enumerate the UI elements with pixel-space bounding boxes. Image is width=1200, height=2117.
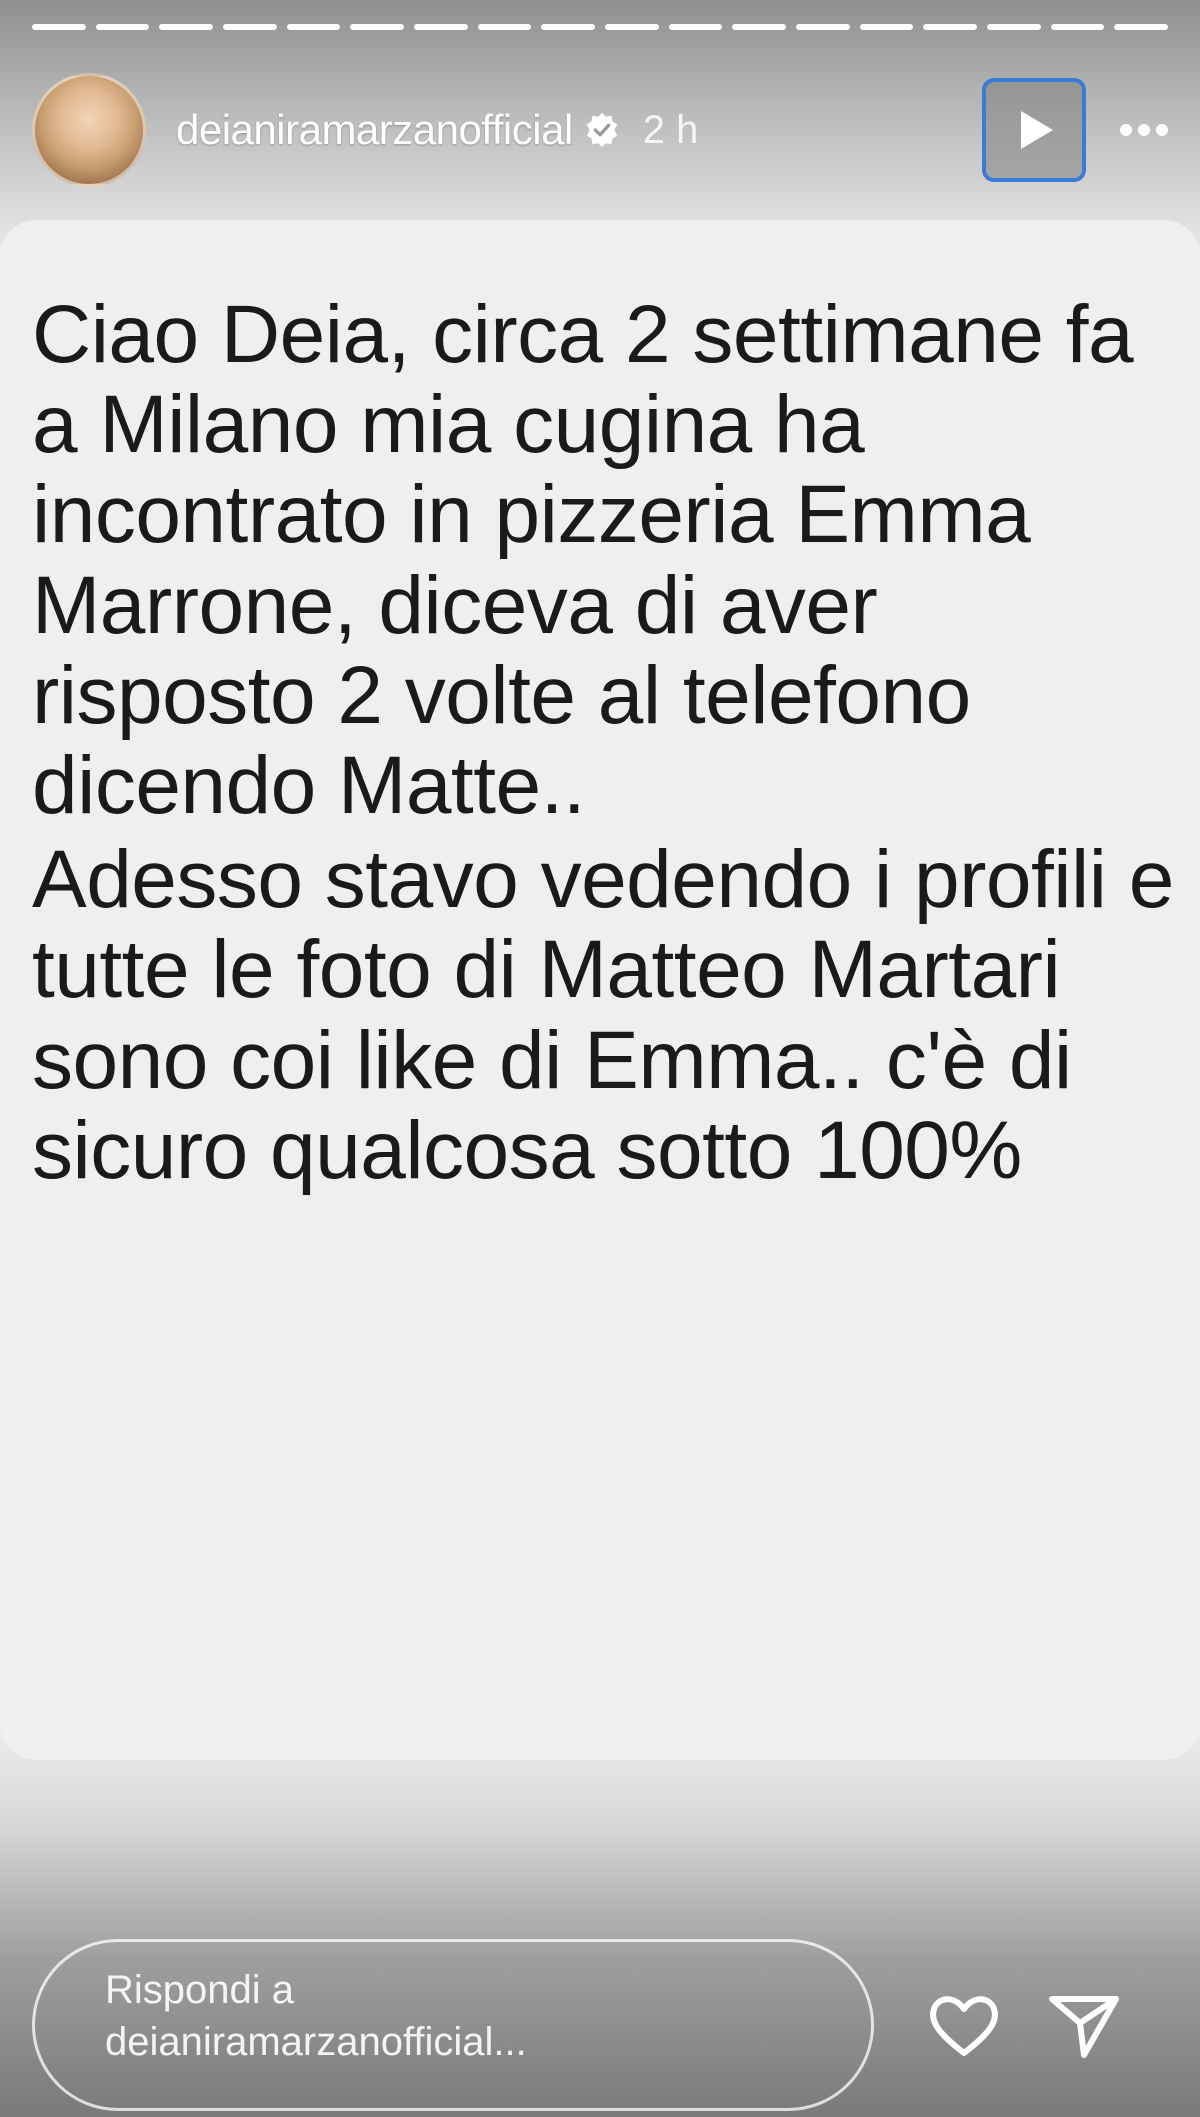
progress-segment: [541, 24, 596, 30]
progress-segment: [286, 24, 341, 30]
avatar[interactable]: [32, 73, 146, 187]
progress-segment: [732, 24, 787, 30]
progress-segment: [923, 24, 978, 30]
progress-segment: [1114, 24, 1169, 30]
progress-segment: [796, 24, 850, 30]
story-message: Ciao Deia, circa 2 settimane fa a Milano…: [32, 289, 1182, 1200]
progress-segment: [159, 24, 214, 30]
reply-placeholder-line2: deianiramarzanofficial...: [105, 2020, 527, 2064]
story-progress-bar: [32, 24, 1169, 32]
heart-icon[interactable]: [924, 1985, 1004, 2065]
username[interactable]: deianiramarzanofficial: [176, 106, 573, 154]
progress-segment: [987, 24, 1041, 30]
play-button[interactable]: [982, 78, 1086, 182]
progress-segment: [1050, 24, 1105, 30]
more-options-icon[interactable]: [1120, 124, 1168, 136]
post-time: 2 h: [642, 107, 699, 152]
play-icon: [1021, 111, 1053, 149]
progress-segment: [32, 24, 86, 30]
progress-segment: [859, 24, 914, 30]
send-icon[interactable]: [1044, 1985, 1124, 2065]
story-footer: Rispondi a deianiramarzanofficial...: [32, 1935, 1168, 2115]
message-paragraph: Adesso stavo vedendo i profili e tutte l…: [32, 834, 1174, 1196]
verified-badge-icon: [586, 112, 617, 148]
progress-segment: [477, 24, 532, 30]
reply-placeholder-line1: Rispondi a: [105, 1968, 295, 2012]
progress-segment: [95, 24, 150, 30]
progress-segment: [668, 24, 723, 30]
progress-segment: [223, 24, 277, 30]
story-header: deianiramarzanofficial 2 h: [32, 70, 1168, 190]
message-paragraph: Ciao Deia, circa 2 settimane fa a Milano…: [32, 289, 1134, 831]
progress-segment: [605, 24, 659, 30]
progress-segment: [414, 24, 468, 30]
progress-segment: [350, 24, 405, 30]
reply-input[interactable]: Rispondi a deianiramarzanofficial...: [32, 1939, 874, 2111]
